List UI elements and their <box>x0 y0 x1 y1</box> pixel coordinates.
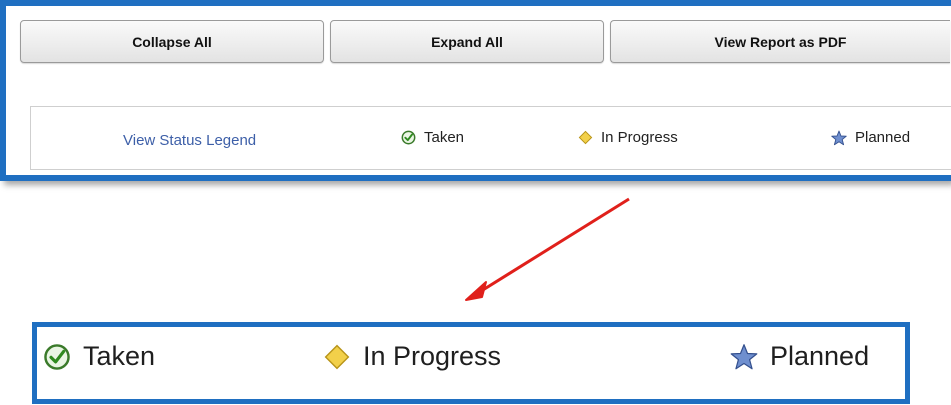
star-icon <box>730 343 758 369</box>
view-status-legend-link[interactable]: View Status Legend <box>123 132 256 149</box>
zoom-label-in-progress: In Progress <box>363 341 502 371</box>
status-legend-bar: View Status Legend Taken In Progress Pla… <box>30 106 951 170</box>
zoomed-legend-panel: Taken In Progress Planned <box>32 322 910 404</box>
zoom-label-planned: Planned <box>770 341 870 371</box>
zoom-label-taken: Taken <box>83 341 156 371</box>
expand-all-button[interactable]: Expand All <box>330 20 604 63</box>
check-circle-icon <box>401 130 416 145</box>
zoom-item-in-progress: In Progress <box>323 341 501 372</box>
legend-label-taken: Taken <box>424 129 465 146</box>
toolbar-panel: Collapse All Expand All View Report as P… <box>0 0 951 181</box>
legend-label-in-progress: In Progress <box>601 129 678 146</box>
view-report-pdf-button[interactable]: View Report as PDF <box>610 20 950 63</box>
legend-item-in-progress: In Progress <box>578 129 678 146</box>
legend-item-planned: Planned <box>831 129 910 146</box>
zoom-item-taken: Taken <box>43 341 155 372</box>
legend-item-taken: Taken <box>401 129 464 146</box>
star-icon <box>831 130 847 145</box>
diamond-icon <box>578 130 593 145</box>
check-circle-icon <box>44 343 70 370</box>
legend-label-planned: Planned <box>855 129 911 146</box>
zoom-item-planned: Planned <box>730 341 869 372</box>
collapse-all-button[interactable]: Collapse All <box>20 20 324 63</box>
diamond-icon <box>324 344 350 369</box>
